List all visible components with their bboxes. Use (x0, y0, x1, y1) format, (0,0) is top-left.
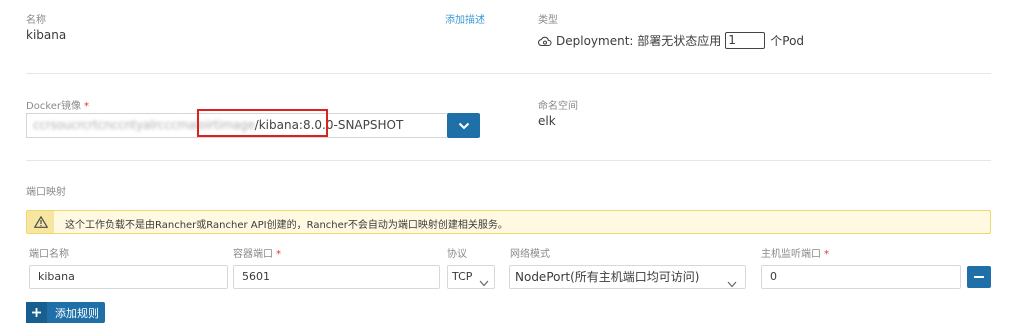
warning-banner: 这个工作负载不是由Rancher或Rancher API创建的，Rancher不… (26, 210, 991, 234)
name-value: kibana (26, 28, 67, 42)
host-port-input[interactable]: 0 (761, 265, 961, 289)
deployment-icon (538, 34, 552, 48)
col-container-port: 容器端口 * (233, 249, 281, 260)
port-name-input[interactable]: kibana (29, 265, 228, 289)
name-label: 名称 (26, 15, 46, 26)
network-mode-select[interactable]: NodePort(所有主机端口均可访问) (509, 265, 746, 289)
remove-row-button[interactable] (967, 266, 991, 288)
network-mode-value: NodePort(所有主机端口均可访问) (515, 270, 700, 284)
add-rule-label: 添加规则 (55, 306, 99, 320)
namespace-label: 命名空间 (538, 101, 578, 112)
type-text: Deployment: 部署无状态应用 (556, 34, 722, 48)
docker-image-label: Docker镜像 * (26, 101, 90, 112)
pod-count-input[interactable]: 1 (725, 32, 766, 49)
col-protocol: 协议 (447, 249, 467, 260)
port-mapping-label: 端口映射 (26, 187, 66, 198)
add-description-link[interactable]: 添加描述 (445, 11, 485, 26)
warning-text: 这个工作负载不是由Rancher或Rancher API创建的，Rancher不… (65, 220, 508, 231)
container-port-input[interactable]: 5601 (233, 265, 440, 289)
plus-icon (26, 302, 47, 323)
divider (26, 160, 991, 161)
col-port-name: 端口名称 (29, 249, 69, 260)
type-value: Deployment: 部署无状态应用 1 个Pod (538, 32, 804, 49)
protocol-select[interactable]: TCP (447, 265, 495, 289)
divider (26, 73, 991, 74)
namespace-value: elk (538, 114, 556, 128)
protocol-value: TCP (452, 270, 473, 283)
add-rule-button[interactable]: 添加规则 (26, 302, 105, 323)
minus-icon (974, 276, 984, 278)
chevron-down-icon (458, 119, 470, 133)
highlight-box (197, 109, 328, 137)
col-network-mode: 网络模式 (510, 249, 550, 260)
warning-icon (27, 211, 54, 233)
chevron-down-icon (479, 273, 489, 288)
chevron-down-icon (727, 273, 737, 288)
pod-suffix: 个Pod (770, 34, 805, 48)
image-dropdown-button[interactable] (447, 113, 480, 138)
type-label: 类型 (538, 15, 558, 26)
col-host-port: 主机监听端口 * (761, 249, 829, 260)
